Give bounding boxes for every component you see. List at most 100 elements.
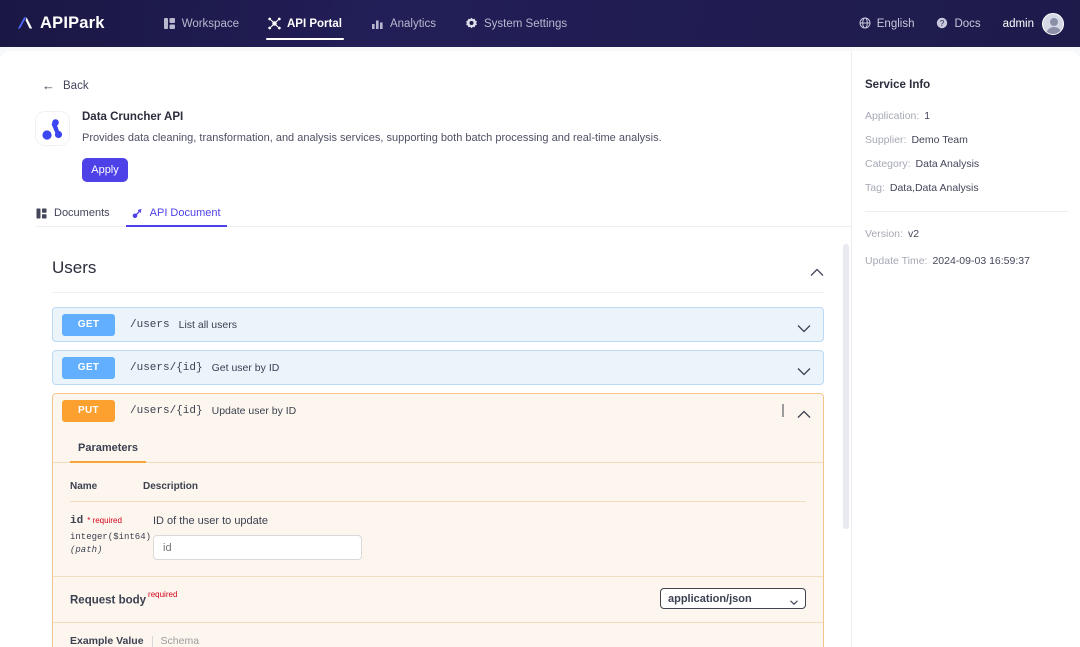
info-key: Tag: [865, 182, 885, 194]
service-description: Provides data cleaning, transformation, … [82, 132, 662, 144]
example-section: Example Value Schema { [53, 622, 823, 647]
operation-path: /users [130, 319, 170, 331]
apply-button[interactable]: Apply [82, 158, 128, 182]
chevron-up-icon[interactable] [810, 264, 824, 273]
operation-summary: List all users [179, 319, 237, 331]
parameter-location: (path) [70, 545, 143, 555]
page-card: ← Back Data Cruncher API Provides data c… [0, 51, 1080, 647]
api-section-users: Users GET /users List all users [52, 258, 824, 647]
table-header-row: Name Description [70, 463, 806, 502]
parameter-description-cell: ID of the user to update [143, 515, 806, 560]
info-row-supplier: Supplier: Demo Team [865, 134, 1080, 146]
nav-item-system-settings[interactable]: System Settings [452, 0, 580, 47]
tab-label: Documents [54, 207, 110, 219]
section-header[interactable]: Users [52, 258, 824, 293]
required-label: * required [87, 516, 122, 525]
method-badge: PUT [62, 400, 115, 422]
api-document-icon [132, 208, 143, 219]
chevron-up-icon[interactable] [797, 406, 811, 415]
request-body-required-label: required [148, 590, 177, 599]
operation-row: GET /users List all users [52, 307, 824, 342]
language-label: English [877, 18, 915, 30]
parameters-table: Name Description id * required [53, 463, 823, 576]
parameter-name: id [70, 515, 83, 527]
tab-label: API Document [150, 207, 221, 219]
arrow-left-icon: ← [42, 79, 55, 92]
service-header: Data Cruncher API Provides data cleaning… [36, 110, 851, 182]
content-type-value: application/json [668, 593, 752, 605]
api-document-content: ← Back Data Cruncher API Provides data c… [0, 51, 852, 647]
documents-icon [36, 208, 47, 219]
info-value: 1 [924, 110, 930, 122]
tab-schema[interactable]: Schema [161, 635, 200, 647]
api-portal-icon [268, 17, 281, 30]
operation-header[interactable]: GET /users/{id} Get user by ID [53, 351, 823, 384]
nav-right-group: English ? Docs admin [859, 13, 1064, 35]
info-key: Category: [865, 158, 911, 170]
section-title: Users [52, 258, 96, 278]
operation-path: /users/{id} [130, 362, 203, 374]
info-row-category: Category: Data Analysis [865, 158, 1080, 170]
nav-item-analytics[interactable]: Analytics [358, 0, 449, 47]
tab-example-value[interactable]: Example Value [70, 635, 144, 647]
operations-list: GET /users List all users [52, 307, 824, 647]
operation-summary: Get user by ID [212, 362, 280, 374]
nav-item-label: API Portal [287, 18, 342, 30]
svg-text:?: ? [940, 19, 945, 28]
operation-actions [782, 404, 811, 417]
divider [782, 404, 784, 417]
avatar-icon [1042, 13, 1064, 35]
user-name: admin [1003, 18, 1034, 30]
parameter-name-cell: id * required integer($int64) (path) [70, 515, 143, 560]
operation-header[interactable]: GET /users List all users [53, 308, 823, 341]
info-key: Supplier: [865, 134, 906, 146]
request-body-label: Request body [70, 594, 146, 606]
workspace-icon [163, 17, 176, 30]
content-type-select[interactable]: application/json [660, 588, 806, 609]
tab-api-document[interactable]: API Document [132, 207, 221, 226]
operation-header[interactable]: PUT /users/{id} Update user by ID [53, 394, 823, 427]
docs-link[interactable]: ? Docs [936, 17, 980, 30]
service-title: Data Cruncher API [82, 111, 662, 123]
operation-row: PUT /users/{id} Update user by ID [52, 393, 824, 647]
user-menu[interactable]: admin [1003, 13, 1064, 35]
info-row-version: Version: v2 [865, 228, 1080, 240]
content-tabs: Documents API Document [36, 201, 852, 227]
info-row-application: Application: 1 [865, 110, 1080, 122]
info-key: Update Time: [865, 255, 927, 267]
tab-documents[interactable]: Documents [36, 207, 110, 226]
apipark-logo-icon [15, 14, 34, 33]
parameter-id-input[interactable] [153, 535, 362, 560]
info-value: Demo Team [911, 134, 967, 146]
request-body-section: Request bodyrequired application/json [53, 576, 823, 609]
service-logo-icon [36, 112, 69, 145]
service-version-list: Version: v2 Update Time: 2024-09-03 16:5… [865, 228, 1080, 267]
nav-item-api-portal[interactable]: API Portal [255, 0, 355, 47]
docs-label: Docs [954, 18, 980, 30]
parameter-tabs: Parameters [53, 427, 823, 463]
brand-name: APIPark [40, 14, 105, 33]
operation-actions [797, 363, 811, 372]
panel-divider [865, 211, 1068, 212]
service-meta: Data Cruncher API Provides data cleaning… [82, 110, 662, 182]
help-circle-icon: ? [936, 17, 949, 30]
analytics-icon [371, 17, 384, 30]
chevron-down-icon[interactable] [797, 320, 811, 329]
info-row-tag: Tag: Data,Data Analysis [865, 182, 1080, 194]
request-body-label-group: Request bodyrequired [70, 590, 177, 608]
nav-item-label: Workspace [182, 18, 239, 30]
operation-detail: Parameters Name Description [53, 427, 823, 647]
parameter-description: ID of the user to update [153, 515, 806, 527]
divider [152, 636, 153, 647]
service-info-list: Application: 1 Supplier: Demo Team Categ… [865, 110, 1080, 194]
brand-logo[interactable]: APIPark [15, 14, 105, 33]
operation-row: GET /users/{id} Get user by ID [52, 350, 824, 385]
back-button[interactable]: ← Back [42, 79, 112, 92]
tab-parameters[interactable]: Parameters [70, 427, 146, 462]
nav-item-label: System Settings [484, 18, 567, 30]
nav-item-workspace[interactable]: Workspace [150, 0, 252, 47]
chevron-down-icon[interactable] [797, 363, 811, 372]
content-scrollbar-thumb[interactable] [843, 244, 849, 529]
info-key: Application: [865, 110, 919, 122]
language-switcher[interactable]: English [859, 17, 915, 30]
